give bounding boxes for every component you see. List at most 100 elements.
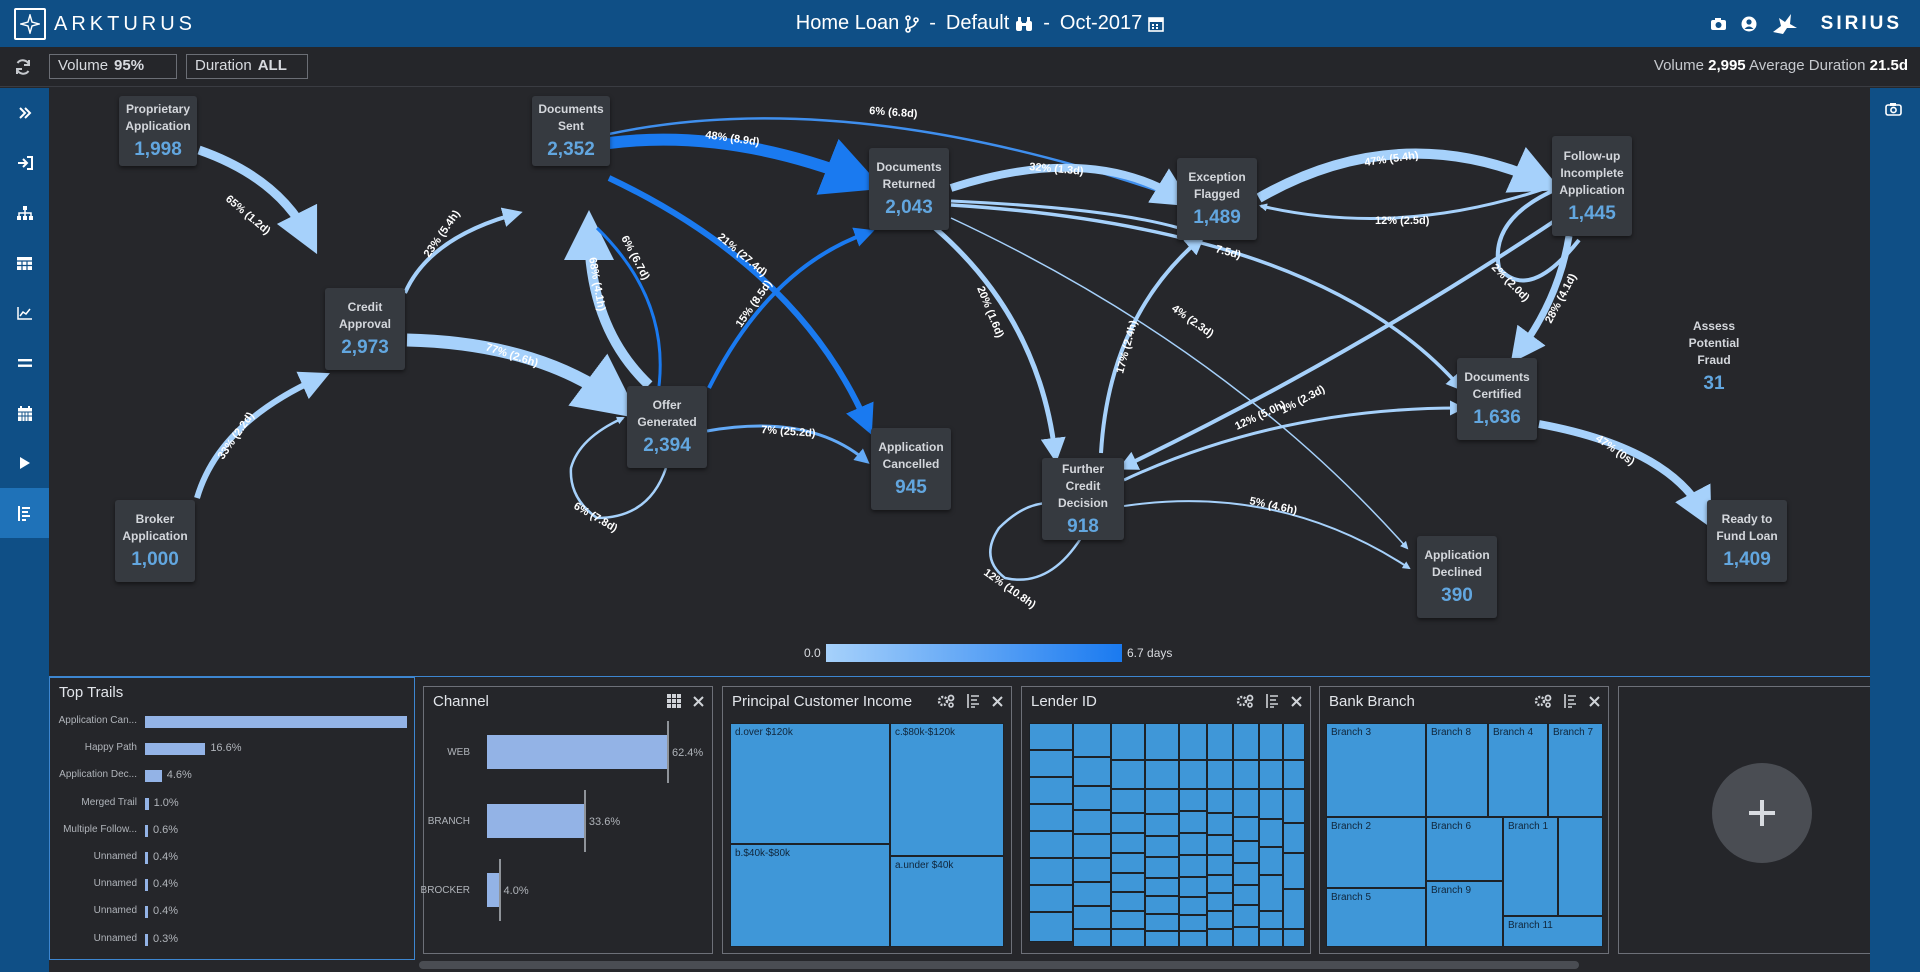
- node-broker-application[interactable]: Broker Application 1,000: [115, 500, 195, 582]
- treemap-cell[interactable]: [1145, 789, 1179, 814]
- sidebar-item-compare[interactable]: [0, 338, 49, 388]
- top-trail-row[interactable]: Merged Trail 1.0%: [50, 797, 412, 811]
- treemap-cell[interactable]: [1029, 831, 1073, 858]
- treemap-cell[interactable]: Branch 5: [1326, 888, 1426, 947]
- grid-icon[interactable]: [667, 694, 681, 708]
- node-exception-flagged[interactable]: Exception Flagged 1,489: [1177, 158, 1257, 240]
- top-trail-row[interactable]: Multiple Follow... 0.6%: [50, 824, 412, 838]
- refresh-icon[interactable]: [14, 58, 32, 76]
- treemap-cell[interactable]: [1259, 875, 1283, 911]
- treemap-cell[interactable]: [1207, 875, 1233, 893]
- edge-docsent-docret[interactable]: [608, 133, 884, 195]
- treemap-cell[interactable]: [1179, 811, 1207, 833]
- treemap-cell[interactable]: [1073, 834, 1111, 858]
- treemap-cell[interactable]: [1283, 789, 1305, 823]
- treemap-cell[interactable]: b.$40k-$80k: [730, 844, 890, 947]
- treemap-cell[interactable]: [1145, 857, 1179, 878]
- add-widget-button[interactable]: [1712, 763, 1812, 863]
- sidebar-item-table[interactable]: [0, 238, 49, 288]
- treemap-cell[interactable]: [1283, 760, 1305, 789]
- sidebar-item-play[interactable]: [0, 438, 49, 488]
- binoculars-icon[interactable]: [1015, 16, 1033, 32]
- treemap-cell[interactable]: [1111, 911, 1145, 929]
- node-further-credit-decision[interactable]: Further Credit Decision 918: [1042, 458, 1124, 540]
- treemap-cell[interactable]: Branch 9: [1426, 881, 1503, 947]
- sidebar-expand[interactable]: [0, 88, 49, 138]
- treemap-cell[interactable]: [1283, 929, 1305, 947]
- treemap-cell[interactable]: [1233, 760, 1259, 789]
- treemap-cell[interactable]: [1207, 929, 1233, 947]
- treemap-cell[interactable]: [1073, 882, 1111, 906]
- treemap-cell[interactable]: [1111, 853, 1145, 873]
- treemap-cell[interactable]: c.$80k-$120k: [890, 723, 1004, 856]
- duration-filter[interactable]: Duration ALL: [186, 54, 308, 79]
- treemap-cell[interactable]: [1145, 914, 1179, 931]
- treemap-cell[interactable]: Branch 3: [1326, 723, 1426, 817]
- treemap-cell[interactable]: [1283, 723, 1305, 760]
- node-application-declined[interactable]: Application Declined 390: [1417, 536, 1497, 618]
- treemap-cell[interactable]: Branch 11: [1503, 916, 1603, 947]
- close-icon[interactable]: [693, 695, 704, 707]
- treemap-cell[interactable]: [1073, 858, 1111, 882]
- edge-docret-appdecl[interactable]: [950, 217, 1409, 550]
- treemap-cell[interactable]: [1179, 723, 1207, 760]
- treemap-cell[interactable]: Branch 4: [1488, 723, 1548, 817]
- treemap-cell[interactable]: [1179, 760, 1207, 789]
- treemap-cell[interactable]: Branch 8: [1426, 723, 1488, 817]
- calendar-icon[interactable]: [1148, 15, 1164, 32]
- node-credit-approval[interactable]: Credit Approval 2,973: [325, 288, 405, 370]
- treemap-cell[interactable]: [1111, 760, 1145, 789]
- treemap-cell[interactable]: [1029, 750, 1073, 777]
- node-application-cancelled[interactable]: Application Cancelled 945: [871, 428, 951, 510]
- node-proprietary-application[interactable]: Proprietary Application 1,998: [119, 96, 197, 166]
- node-documents-certified[interactable]: Documents Certified 1,636: [1457, 358, 1537, 440]
- process-map-canvas[interactable]: 65% (1.2d) 33% (2.2d) 23% (5.4h) 77% (2.…: [49, 88, 1870, 676]
- node-ready-to-fund-loan[interactable]: Ready to Fund Loan 1,409: [1707, 500, 1787, 582]
- treemap-cell[interactable]: Branch 1: [1503, 817, 1558, 916]
- close-icon[interactable]: [1589, 695, 1600, 707]
- treemap-cell[interactable]: [1111, 833, 1145, 853]
- treemap-cell[interactable]: Branch 7: [1548, 723, 1603, 817]
- treemap-cell[interactable]: [1029, 804, 1073, 831]
- treemap-cell[interactable]: [1179, 855, 1207, 877]
- treemap-cell[interactable]: [1145, 878, 1179, 896]
- treemap-cell[interactable]: [1179, 931, 1207, 947]
- top-trail-row[interactable]: Application Dec... 4.6%: [50, 769, 412, 783]
- treemap-cell[interactable]: [1558, 817, 1603, 916]
- sidebar-item-import[interactable]: [0, 138, 49, 188]
- settings-icon[interactable]: [1236, 694, 1254, 708]
- treemap-cell[interactable]: [1073, 786, 1111, 810]
- channel-bar[interactable]: [487, 735, 667, 769]
- treemap-cell[interactable]: [1207, 911, 1233, 929]
- node-offer-generated[interactable]: Offer Generated 2,394: [627, 386, 707, 468]
- volume-filter[interactable]: Volume 95%: [49, 54, 177, 79]
- branch-icon[interactable]: [905, 14, 920, 33]
- edge-follow-exc[interactable]: [1259, 186, 1548, 220]
- edge-further-appdecl[interactable]: [1123, 500, 1411, 570]
- settings-icon[interactable]: [1534, 694, 1552, 708]
- sidebar-item-trails[interactable]: [0, 488, 49, 538]
- list-icon[interactable]: [1266, 694, 1279, 708]
- node-documents-returned[interactable]: Documents Returned 2,043: [869, 148, 949, 230]
- treemap-cell[interactable]: [1111, 873, 1145, 892]
- settings-icon[interactable]: [937, 694, 955, 708]
- top-trail-row[interactable]: Happy Path 16.6%: [50, 742, 412, 756]
- treemap-cell[interactable]: [1233, 841, 1259, 863]
- treemap-cell[interactable]: [1073, 929, 1111, 947]
- treemap-cell[interactable]: d.over $120k: [730, 723, 890, 844]
- treemap-cell[interactable]: [1283, 889, 1305, 929]
- treemap-cell[interactable]: [1029, 723, 1073, 750]
- brand-logo[interactable]: ARKTURUS: [14, 8, 196, 40]
- treemap-cell[interactable]: [1111, 929, 1145, 947]
- treemap-cell[interactable]: [1145, 931, 1179, 947]
- list-icon[interactable]: [1564, 694, 1577, 708]
- list-icon[interactable]: [967, 694, 980, 708]
- top-trail-row[interactable]: Application Can...: [50, 715, 412, 729]
- treemap-cell[interactable]: [1207, 893, 1233, 911]
- treemap-cell[interactable]: [1207, 855, 1233, 875]
- treemap-cell[interactable]: [1207, 723, 1233, 760]
- node-documents-sent[interactable]: Documents Sent 2,352: [532, 96, 610, 166]
- treemap-cell[interactable]: Branch 2: [1326, 817, 1426, 888]
- channel-bar[interactable]: [487, 873, 499, 907]
- treemap-cell[interactable]: [1207, 813, 1233, 835]
